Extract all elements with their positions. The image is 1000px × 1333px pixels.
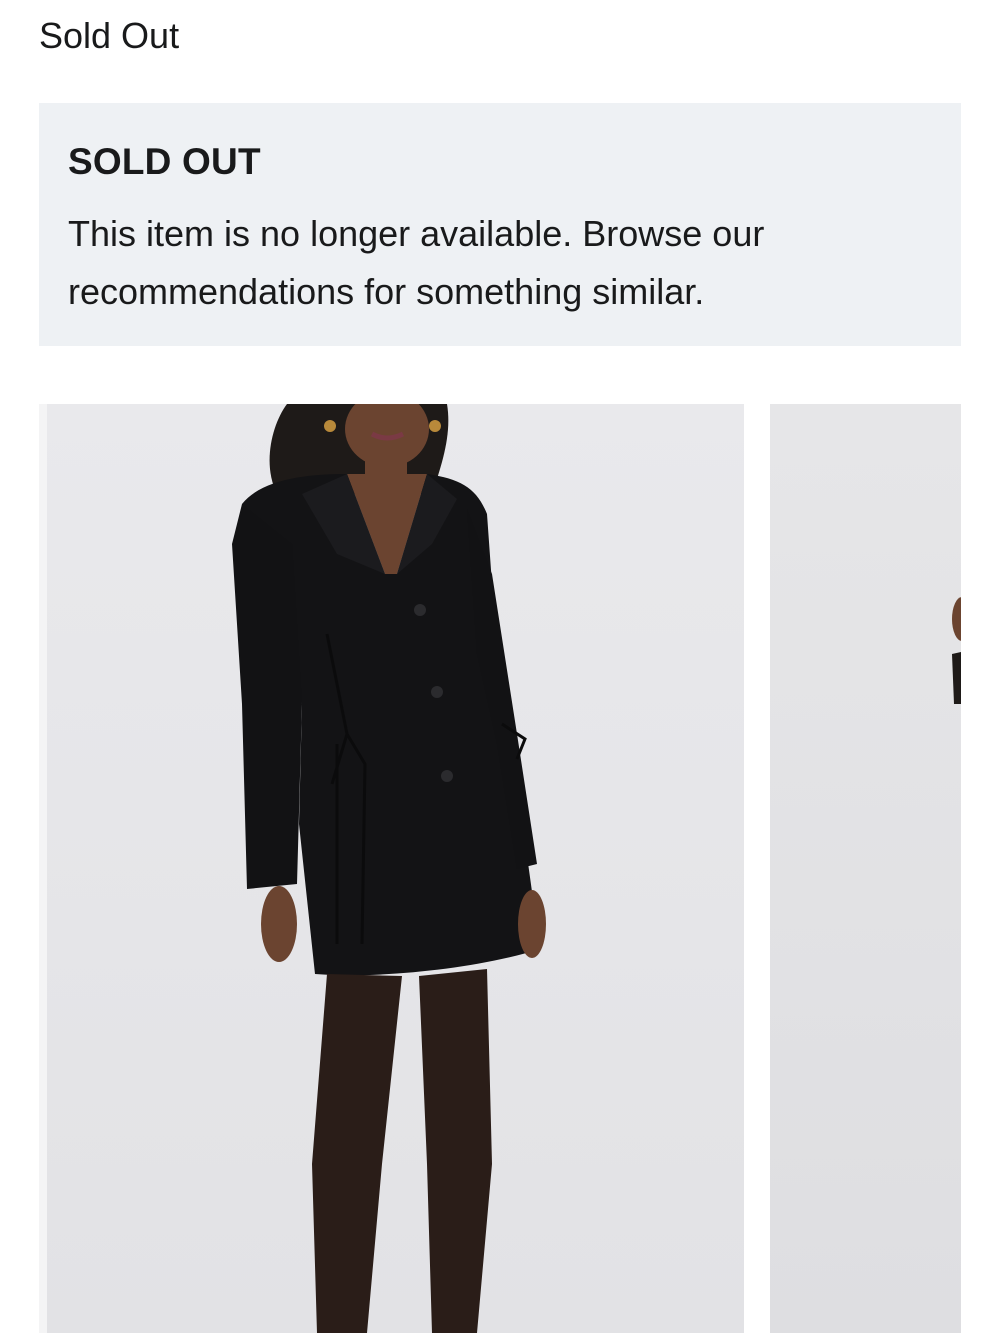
- notice-title: SOLD OUT: [68, 141, 261, 182]
- notice-body: This item is no longer available. Browse…: [68, 213, 765, 312]
- product-image-next[interactable]: [770, 404, 961, 1333]
- carousel-edge: [39, 404, 47, 1333]
- product-image-carousel[interactable]: [39, 404, 961, 1333]
- product-page: Sold Out SOLD OUT This item is no longer…: [0, 0, 1000, 1333]
- carousel-gap: [744, 404, 770, 1333]
- next-image-partial: [952, 597, 961, 704]
- availability-status: Sold Out: [39, 15, 180, 56]
- sold-out-notice: SOLD OUT This item is no longer availabl…: [39, 103, 961, 346]
- model-illustration: [232, 404, 546, 1333]
- product-image-main[interactable]: [47, 404, 744, 1333]
